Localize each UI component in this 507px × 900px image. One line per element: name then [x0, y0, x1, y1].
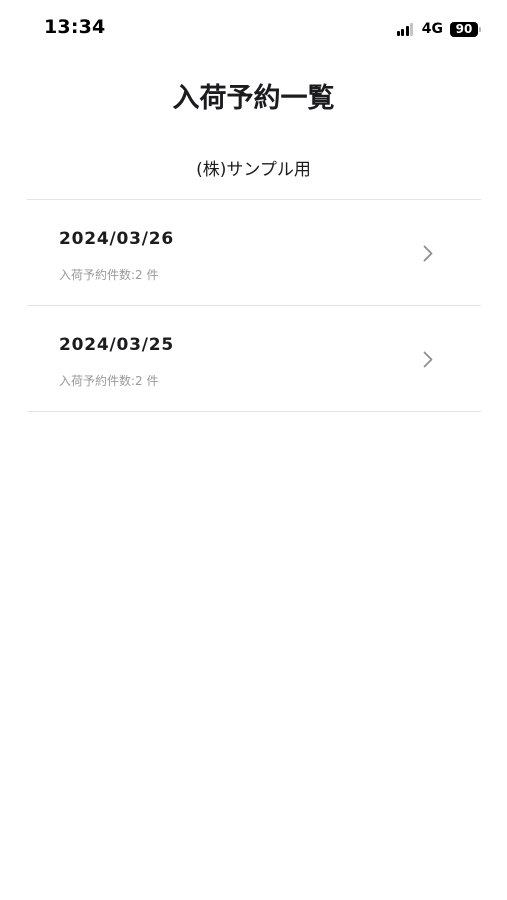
item-count: 入荷予約件数:2 件 — [59, 374, 159, 388]
list-item[interactable]: 2024/03/26 入荷予約件数:2 件 — [27, 200, 481, 306]
item-date: 2024/03/25 — [59, 335, 175, 355]
status-time: 13:34 — [44, 16, 106, 38]
page-title: 入荷予約一覧 — [172, 83, 335, 114]
battery-icon: 90 — [450, 21, 481, 37]
company-name: (株)サンプル用 — [196, 160, 311, 180]
reservation-list: 2024/03/26 入荷予約件数:2 件 2024/03/25 入荷予約件数:… — [27, 199, 481, 412]
item-date: 2024/03/26 — [59, 229, 175, 249]
signal-icon — [396, 22, 415, 36]
chevron-right-icon — [423, 245, 433, 262]
status-indicators: 4G 90 — [396, 19, 481, 39]
status-bar: 13:34 4G 90 — [0, 0, 507, 58]
list-item[interactable]: 2024/03/25 入荷予約件数:2 件 — [27, 306, 481, 412]
item-count: 入荷予約件数:2 件 — [59, 268, 159, 282]
battery-level: 90 — [450, 21, 478, 37]
network-type: 4G — [421, 21, 443, 37]
chevron-right-icon — [423, 351, 433, 368]
